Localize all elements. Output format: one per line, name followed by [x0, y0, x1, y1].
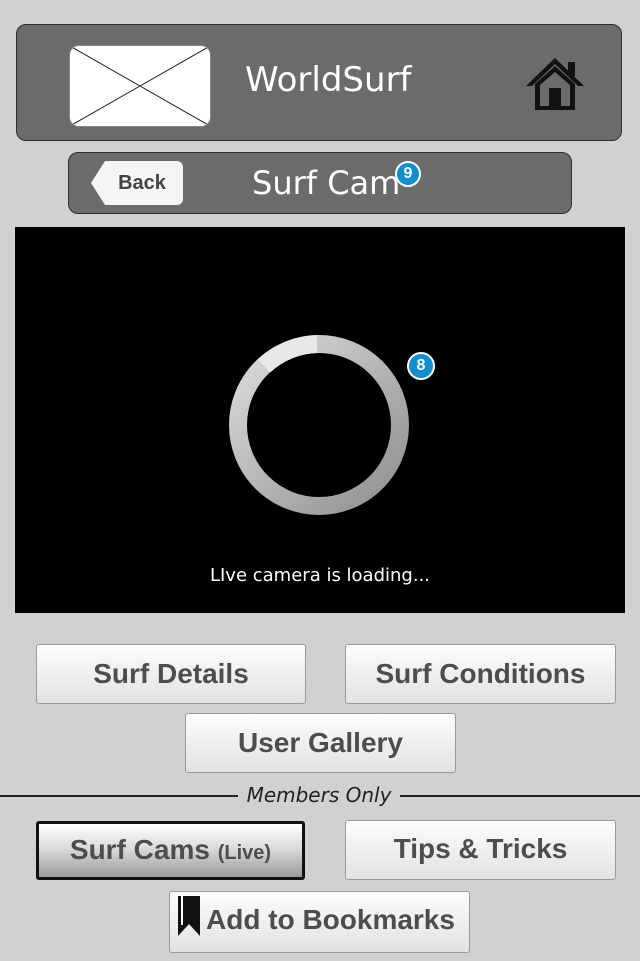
tips-tricks-button[interactable]: Tips & Tricks: [345, 820, 616, 880]
bookmark-icon: [178, 896, 200, 936]
members-only-label: Members Only: [246, 783, 392, 807]
app-title: WorldSurf: [245, 60, 412, 100]
loading-spinner-icon: [229, 335, 409, 515]
divider-line: [0, 795, 238, 797]
surf-conditions-button[interactable]: Surf Conditions: [345, 644, 616, 704]
image-placeholder-icon: [69, 45, 211, 127]
live-label: (Live): [217, 842, 272, 864]
loading-text: LIve camera is loading...: [209, 565, 431, 586]
add-to-bookmarks-button[interactable]: Add to Bookmarks: [169, 891, 470, 953]
bookmarks-label: Add to Bookmarks: [206, 904, 455, 935]
surf-cams-label: Surf Cams: [69, 834, 210, 865]
surf-cams-live-button[interactable]: Surf Cams (Live): [36, 821, 305, 880]
home-icon[interactable]: [524, 54, 586, 114]
surf-details-button[interactable]: Surf Details: [36, 644, 306, 704]
back-button[interactable]: Back: [91, 161, 183, 205]
live-camera-view: 8 LIve camera is loading...: [15, 227, 625, 613]
annotation-badge: 9: [395, 161, 421, 187]
divider-line: [400, 795, 640, 797]
annotation-badge: 8: [407, 352, 435, 380]
page-title: Surf Cam: [252, 164, 401, 202]
user-gallery-button[interactable]: User Gallery: [185, 713, 456, 773]
subheader-bar: Back Surf Cam 9: [68, 152, 572, 214]
app-header: WorldSurf: [16, 24, 622, 141]
